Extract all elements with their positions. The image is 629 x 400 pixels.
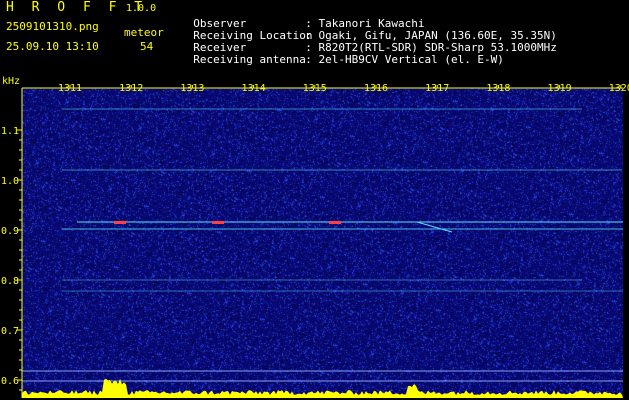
- y-tick-label: 0.9: [1, 226, 19, 237]
- y-axis-unit: kHz: [2, 76, 20, 87]
- y-tick-label: 1.1: [1, 126, 19, 137]
- y-tick-label: 1.0: [1, 176, 19, 187]
- y-tick-label: 0.7: [1, 326, 19, 337]
- y-tick-label: 0.8: [1, 276, 19, 287]
- y-tick-label: 0.6: [1, 376, 19, 387]
- axes: kHz1.11.00.90.80.70.61311131213131314131…: [1, 76, 629, 398]
